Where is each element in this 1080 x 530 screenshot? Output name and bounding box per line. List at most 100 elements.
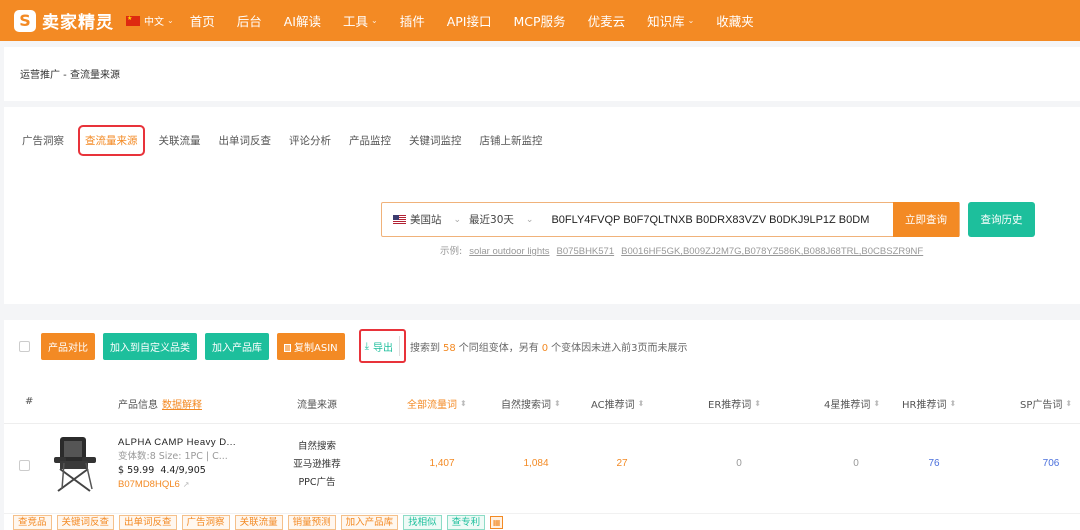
col-hr[interactable]: HR推荐词 ⬍ [902, 396, 956, 411]
top-nav: S 卖家精灵 中文 ⌄ 首页 后台 AI解读 工具⌄ 插件 API接口 MCP服… [0, 0, 1080, 41]
col-organic[interactable]: 自然搜索词 ⬍ [501, 396, 561, 411]
tab-review-analysis[interactable]: 评论分析 [289, 125, 331, 156]
tag-add-library[interactable]: 加入产品库 [340, 514, 399, 530]
sort-icon: ⬍ [460, 399, 467, 408]
tag-sales-forecast[interactable]: 销量预测 [287, 514, 336, 530]
variant-count: 58 [443, 342, 456, 354]
tab-traffic-source[interactable]: 查流量来源 [78, 125, 145, 156]
nav-api[interactable]: API接口 [447, 11, 492, 30]
cell-organic[interactable]: 1,084 [506, 458, 566, 469]
result-summary: 搜索到 58 个同组变体，另有 0 个变体因未进入前3页而未展示 [410, 342, 688, 354]
cell-four-star: 0 [853, 458, 859, 469]
search-panel: 广告洞察 查流量来源 关联流量 出单词反查 评论分析 产品监控 关键词监控 店铺… [4, 107, 1080, 304]
download-icon: ⤓ [364, 340, 370, 352]
tab-store-monitor[interactable]: 店铺上新监控 [480, 125, 543, 156]
row-checkbox[interactable] [19, 460, 30, 471]
copy-asin-button[interactable]: 复制ASIN [277, 332, 345, 360]
traffic-sources: 自然搜索 亚马逊推荐 PPC广告 [283, 438, 351, 492]
nav-home[interactable]: 首页 [190, 11, 215, 30]
query-button[interactable]: 立即查询 [893, 202, 959, 237]
external-link-icon[interactable]: ↗ [183, 480, 190, 489]
copy-icon [284, 343, 291, 352]
cell-ac[interactable]: 27 [592, 458, 652, 469]
product-info: ALPHA CAMP Heavy D... 变体数:8 Size: 1PC | … [118, 436, 236, 492]
nav-backend[interactable]: 后台 [237, 11, 262, 30]
results-panel: 产品对比 加入到自定义品类 加入产品库 复制ASIN ⤓ 导出 搜索到 58 个同组… [4, 320, 1080, 530]
chevron-down-icon: ⌄ [167, 16, 174, 25]
col-er[interactable]: ER推荐词 ⬍ [708, 396, 761, 411]
nav-knowledge-base[interactable]: 知识库 ⌄ [647, 11, 694, 30]
chevron-down-icon: ⌄ [687, 16, 695, 25]
tab-keyword-monitor[interactable]: 关键词监控 [409, 125, 462, 156]
col-all-keywords[interactable]: 全部流量词 ⬍ [407, 396, 467, 411]
tag-patent[interactable]: 查专利 [446, 514, 486, 530]
example-link-multi-asin[interactable]: B0016HF5GK,B009ZJ2M7G,B078YZ586K,B088J68… [621, 246, 923, 257]
site-label: 美国站 [410, 214, 442, 226]
add-to-library-button[interactable]: 加入产品库 [205, 332, 269, 360]
tab-product-monitor[interactable]: 产品监控 [349, 125, 391, 156]
tab-order-keywords[interactable]: 出单词反查 [219, 125, 272, 156]
source-amazon-recommend: 亚马逊推荐 [293, 459, 341, 470]
nav-mcp[interactable]: MCP服务 [514, 11, 566, 30]
product-title[interactable]: ALPHA CAMP Heavy D... [118, 436, 236, 450]
tag-competitor[interactable]: 查竞品 [13, 514, 52, 530]
site-select[interactable]: 美国站 ⌄ [382, 212, 461, 227]
language-selector[interactable]: 中文 ⌄ [126, 13, 174, 28]
col-index: # [25, 396, 34, 407]
calculator-icon[interactable]: ▦ [490, 515, 504, 529]
col-sp[interactable]: SP广告词 ⬍ [1020, 396, 1072, 411]
logo-icon: S [14, 9, 36, 32]
logo[interactable]: S 卖家精灵 [14, 8, 126, 33]
tag-find-similar[interactable]: 找相似 [403, 514, 442, 530]
tag-ad-insight[interactable]: 广告洞察 [181, 514, 230, 530]
tag-related-traffic[interactable]: 关联流量 [234, 514, 283, 530]
examples-label: 示例: [440, 246, 463, 257]
select-all-checkbox[interactable] [19, 340, 30, 352]
col-traffic-source: 流量来源 [297, 400, 337, 411]
history-button[interactable]: 查询历史 [968, 202, 1035, 237]
chevron-down-icon: ⌄ [525, 214, 534, 225]
table-row: ALPHA CAMP Heavy D... 变体数:8 Size: 1PC | … [4, 423, 1080, 505]
data-explain-link[interactable]: 数据解释 [162, 396, 202, 411]
product-asin-line: B07MD8HQL6 ↗ [118, 478, 236, 492]
add-to-category-button[interactable]: 加入到自定义品类 [103, 332, 197, 360]
export-label: 导出 [373, 342, 394, 354]
product-asin[interactable]: B07MD8HQL6 [118, 479, 180, 490]
cell-er: 0 [736, 458, 742, 469]
tab-ad-insight[interactable]: 广告洞察 [22, 125, 64, 156]
sort-icon: ⬍ [949, 399, 957, 408]
col-ac[interactable]: AC推荐词 ⬍ [591, 396, 644, 411]
cell-all-keywords[interactable]: 1,407 [412, 458, 472, 469]
period-label: 最近30天 [469, 214, 514, 226]
logo-text: 卖家精灵 [42, 13, 114, 33]
nav-ai-interpret[interactable]: AI解读 [284, 11, 321, 30]
tab-related-traffic[interactable]: 关联流量 [159, 125, 201, 156]
nav-youmaiyun[interactable]: 优麦云 [588, 11, 626, 30]
product-price-rating: $ 59.99 4.4/9,905 [118, 465, 206, 476]
source-ppc: PPC广告 [298, 477, 336, 488]
breadcrumb: 运营推广 - 查流量来源 [4, 47, 1080, 101]
tag-order-keywords[interactable]: 出单词反查 [119, 514, 177, 530]
export-button[interactable]: ⤓ 导出 [364, 336, 401, 356]
cell-hr[interactable]: 76 [904, 458, 964, 469]
nav-favorites[interactable]: 收藏夹 [716, 11, 754, 30]
product-image[interactable] [50, 433, 102, 493]
example-link-keyword[interactable]: solar outdoor lights [469, 246, 549, 257]
col-four-star[interactable]: 4星推荐词 ⬍ [824, 396, 880, 411]
compare-button[interactable]: 产品对比 [41, 332, 95, 360]
language-label: 中文 [144, 17, 164, 28]
sort-icon: ⬍ [637, 399, 645, 408]
sort-icon: ⬍ [554, 399, 561, 408]
search-bar: 美国站 ⌄ 最近30天 ⌄ 立即查询 [381, 202, 960, 237]
period-select[interactable]: 最近30天 ⌄ [469, 212, 533, 227]
example-link-asin[interactable]: B075BHK571 [557, 246, 615, 257]
asin-input[interactable] [551, 213, 870, 226]
tag-keyword-reverse[interactable]: 关键词反查 [56, 514, 115, 530]
nav-plugin[interactable]: 插件 [400, 11, 425, 30]
cell-sp[interactable]: 706 [1021, 458, 1080, 469]
table-header: # 产品信息 数据解释 流量来源 全部流量词 ⬍ 自然搜索词 ⬍ AC推荐词 ⬍ ER推… [4, 382, 1080, 422]
source-organic: 自然搜索 [297, 441, 336, 452]
nav-tools[interactable]: 工具 ⌄ [343, 11, 378, 30]
col-product: 产品信息 数据解释 [118, 396, 202, 411]
hidden-count: 0 [541, 342, 549, 354]
